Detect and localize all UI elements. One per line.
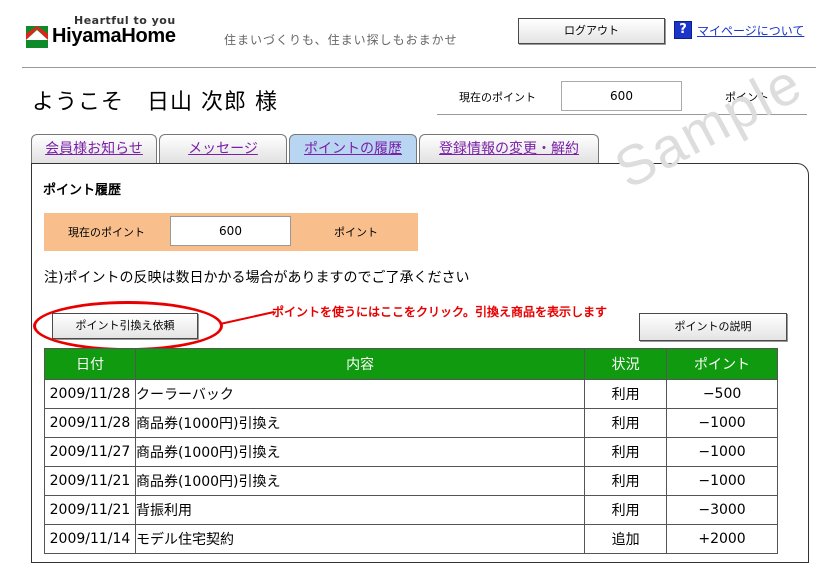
- cell-status: 利用: [584, 408, 668, 438]
- tab-member-notices[interactable]: 会員様お知らせ: [31, 134, 157, 164]
- cell-status: 利用: [584, 466, 668, 496]
- column-header-description: 内容: [134, 348, 586, 380]
- table-row: 2009/11/28 クーラーバック 利用 −500: [44, 379, 778, 409]
- cell-description: モデル住宅契約: [134, 524, 586, 554]
- logout-button[interactable]: ログアウト: [518, 18, 665, 44]
- column-header-date: 日付: [44, 348, 136, 380]
- cell-status: 利用: [584, 437, 668, 467]
- panel-points-bar: 現在のポイント 600 ポイント: [44, 213, 418, 251]
- table-row: 2009/11/28 商品券(1000円)引換え 利用 −1000: [44, 408, 778, 438]
- table-row: 2009/11/27 商品券(1000円)引換え 利用 −1000: [44, 437, 778, 467]
- cell-description: 商品券(1000円)引換え: [134, 408, 586, 438]
- tab-messages[interactable]: メッセージ: [159, 134, 287, 164]
- tab-point-history[interactable]: ポイントの履歴: [289, 134, 417, 164]
- help-question-icon[interactable]: ?: [674, 21, 692, 39]
- tab-account-settings[interactable]: 登録情報の変更・解約: [419, 134, 599, 164]
- cell-description: クーラーバック: [134, 379, 586, 409]
- brand-slogan: 住まいづくりも、住まい探しもおまかせ: [224, 33, 458, 47]
- table-header-row: 日付 内容 状況 ポイント: [44, 348, 778, 380]
- redeem-hint-annotation: ポイントを使うにはここをクリック。引換え商品を表示します: [272, 305, 608, 319]
- header-divider: [22, 67, 816, 68]
- welcome-greeting: ようこそ 日山 次郎 様: [32, 90, 278, 115]
- current-points-label: 現在のポイント: [459, 91, 536, 104]
- hiyama-house-logo-icon: [26, 26, 48, 48]
- panel-points-label: 現在のポイント: [68, 226, 145, 239]
- cell-date: 2009/11/21: [44, 466, 136, 496]
- panel-points-value: 600: [170, 216, 291, 246]
- cell-date: 2009/11/21: [44, 495, 136, 525]
- cell-date: 2009/11/28: [44, 379, 136, 409]
- reflection-delay-note: 注)ポイントの反映は数日かかる場合がありますのでご了承ください: [44, 270, 470, 286]
- cell-points: −500: [666, 379, 778, 409]
- cell-points: −3000: [666, 495, 778, 525]
- highlight-ellipse: [33, 301, 223, 351]
- cell-status: 追加: [584, 524, 668, 554]
- cell-description: 商品券(1000円)引換え: [134, 466, 586, 496]
- panel-title: ポイント履歴: [43, 183, 122, 198]
- table-row: 2009/11/14 モデル住宅契約 追加 +2000: [44, 524, 778, 554]
- cell-date: 2009/11/27: [44, 437, 136, 467]
- column-header-status: 状況: [584, 348, 668, 380]
- cell-description: 背振利用: [134, 495, 586, 525]
- table-row: 2009/11/21 背振利用 利用 −3000: [44, 495, 778, 525]
- column-header-points: ポイント: [666, 348, 778, 380]
- point-history-table: 日付 内容 状況 ポイント 2009/11/28 クーラーバック 利用 −500…: [44, 348, 778, 554]
- cell-points: −1000: [666, 437, 778, 467]
- points-explanation-button[interactable]: ポイントの説明: [639, 313, 787, 341]
- cell-status: 利用: [584, 379, 668, 409]
- cell-date: 2009/11/28: [44, 408, 136, 438]
- brand-name: HiyamaHome: [52, 25, 176, 47]
- cell-points: +2000: [666, 524, 778, 554]
- cell-description: 商品券(1000円)引換え: [134, 437, 586, 467]
- cell-points: −1000: [666, 408, 778, 438]
- cell-date: 2009/11/14: [44, 524, 136, 554]
- panel-points-unit: ポイント: [334, 226, 378, 239]
- current-points-value: 600: [561, 81, 682, 111]
- cell-points: −1000: [666, 466, 778, 496]
- table-row: 2009/11/21 商品券(1000円)引換え 利用 −1000: [44, 466, 778, 496]
- logo[interactable]: Heartful to you HiyamaHome: [24, 14, 194, 50]
- cell-status: 利用: [584, 495, 668, 525]
- mypage-help-link[interactable]: マイページについて: [697, 22, 804, 39]
- highlight-pointer-line: [219, 311, 275, 325]
